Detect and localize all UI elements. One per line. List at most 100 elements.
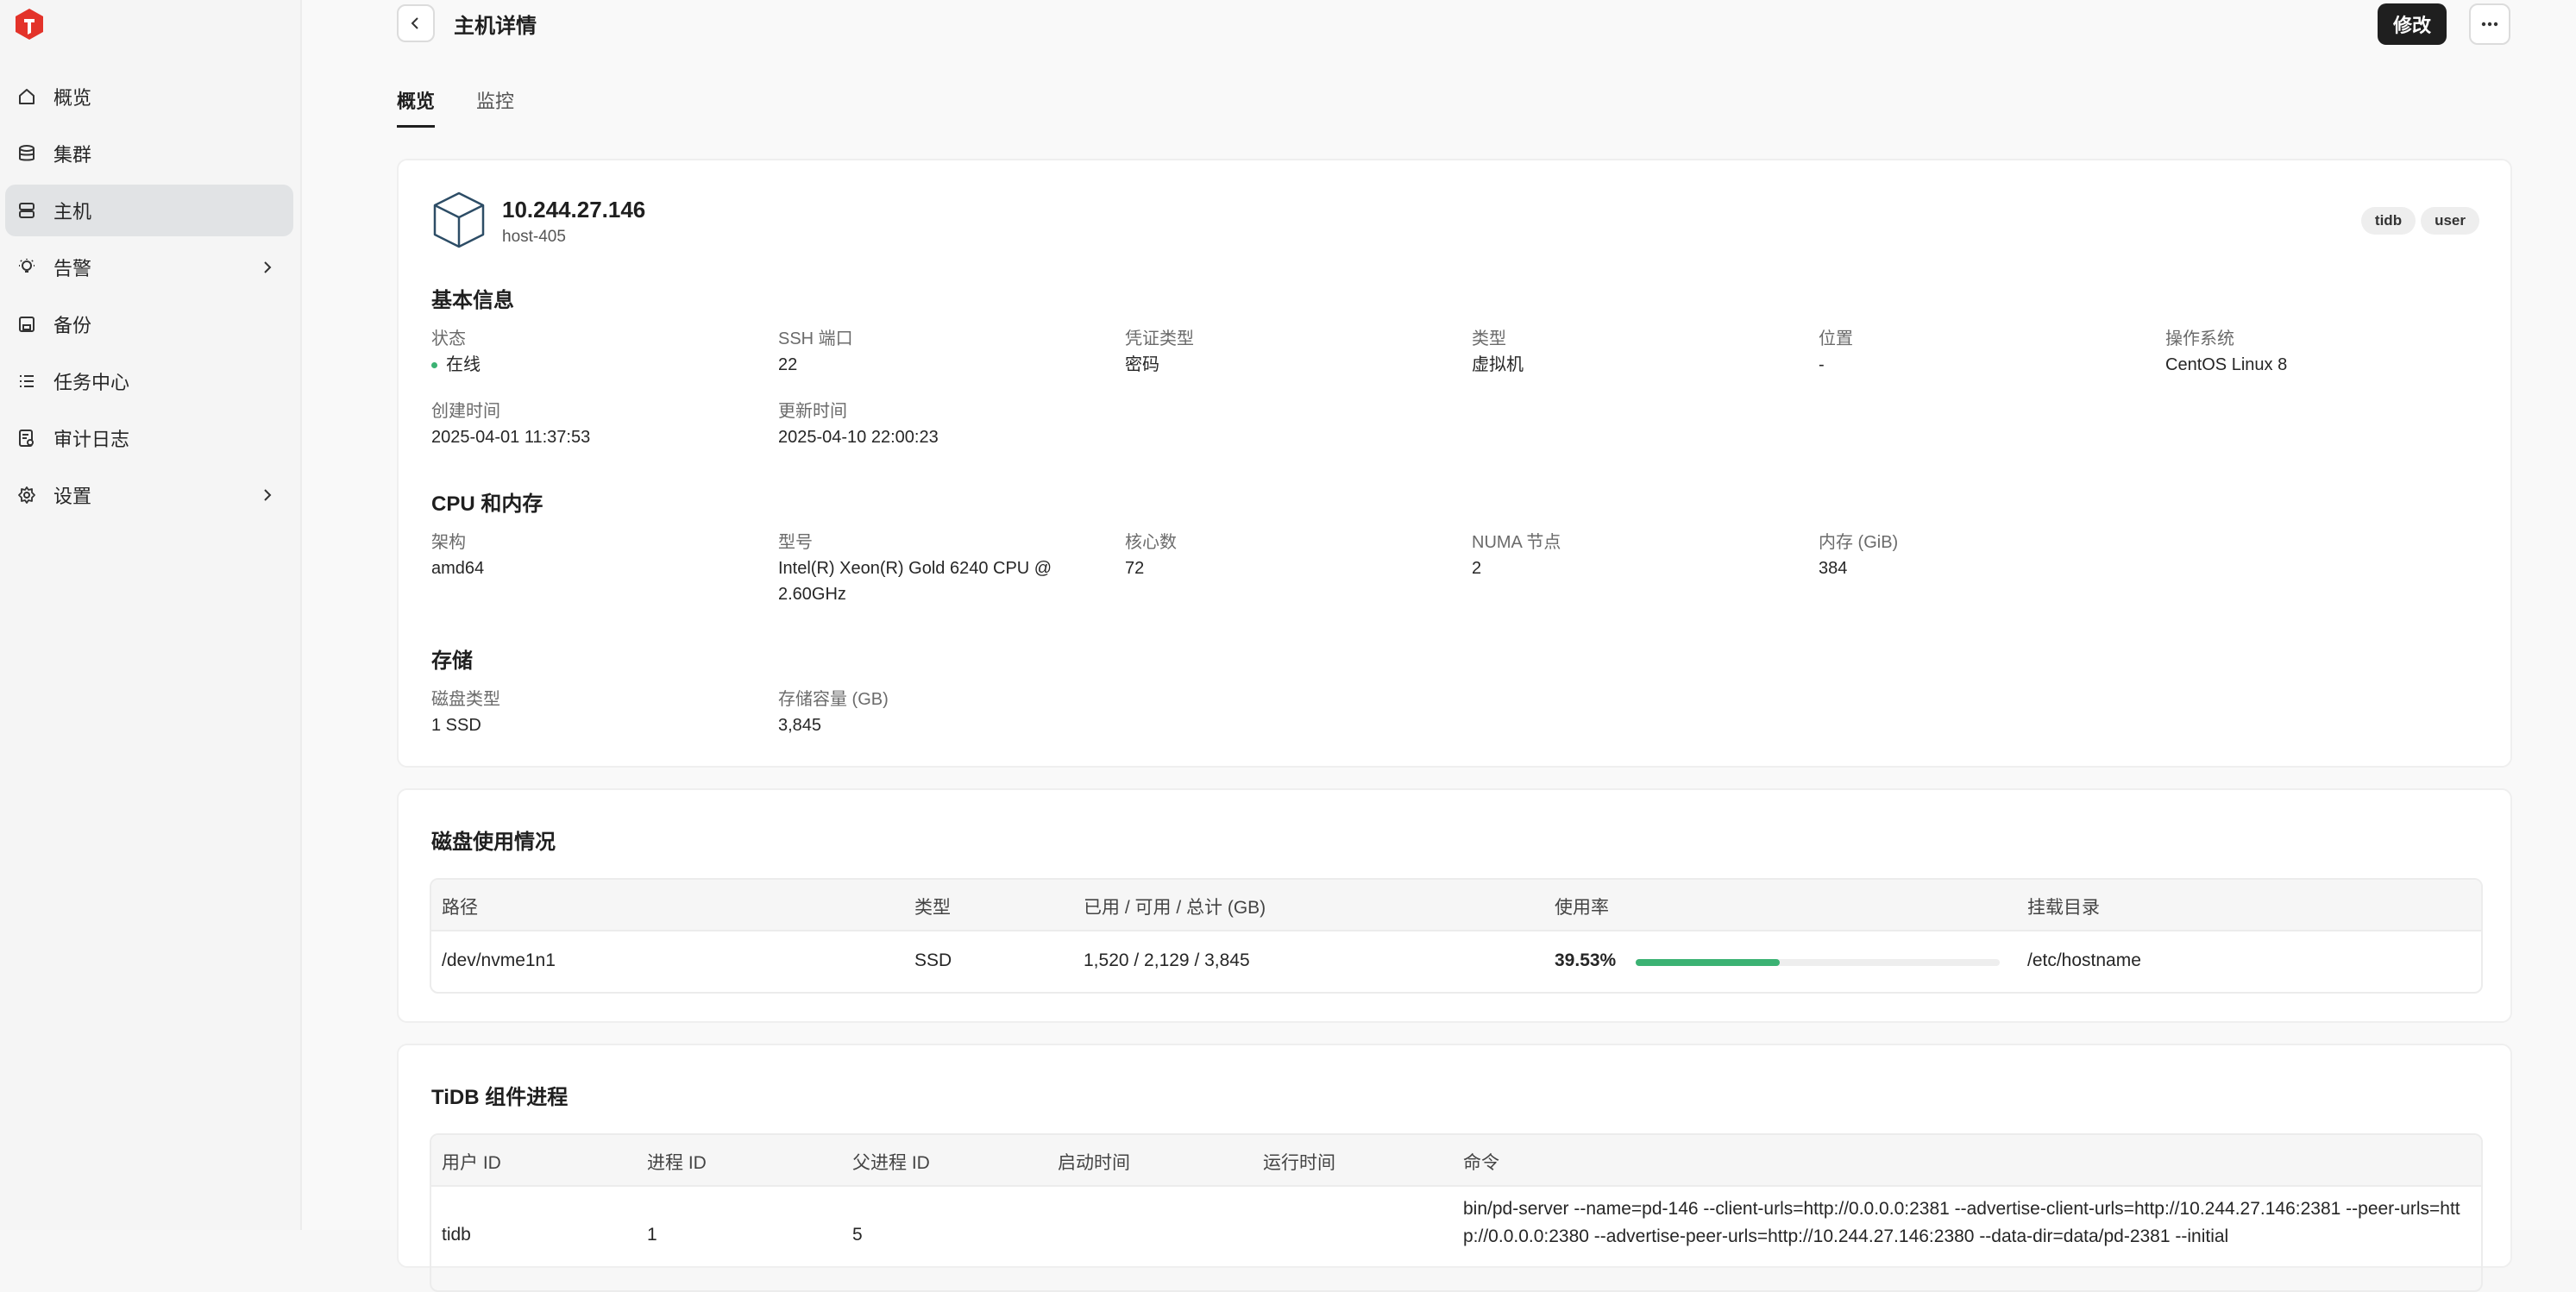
disk-usage-values: 1,520 / 2,129 / 3,845 [1084,950,1250,970]
field-label: 状态 [431,329,466,348]
field-label: 类型 [1472,329,1506,348]
field-label: 位置 [1819,329,1853,348]
field-value: 2025-04-01 11:37:53 [431,428,591,447]
field-os: 操作系统 CentOS Linux 8 [2165,326,2493,378]
table-row: tidb 1 5 bin/pd-server --name=pd-146 --c… [431,1187,2481,1290]
usage-progress-bar [1636,959,2000,966]
usage-progress-fill [1636,959,1780,966]
edit-button[interactable]: 修改 [2378,3,2447,45]
field-value: 2 [1472,559,1482,578]
field-label: 磁盘类型 [431,690,500,709]
field-value: 384 [1819,559,1848,578]
back-button[interactable] [397,4,435,42]
host-ip: 10.244.27.146 [502,197,646,223]
disk-usage-title: 磁盘使用情况 [431,831,556,854]
disk-usage-table: 路径 类型 已用 / 可用 / 总计 (GB) 使用率 挂载目录 /dev/nv… [430,878,2483,994]
field-label: 型号 [778,533,813,552]
chevron-left-icon [411,17,418,29]
field-memory: 内存 (GiB) 384 [1819,530,2146,581]
sidebar-item-overview[interactable]: 概览 [5,71,293,122]
host-tags: tidb user [2356,207,2479,235]
chevron-right-icon [264,261,272,273]
tab-overview[interactable]: 概览 [397,86,436,128]
sidebar-item-label: 集群 [53,144,92,166]
process-user: tidb [442,1225,471,1245]
tab-monitoring[interactable]: 监控 [476,86,514,128]
column-header: 用户 ID [442,1153,501,1173]
sidebar-item-tasks[interactable]: 任务中心 [5,355,293,407]
field-value: CentOS Linux 8 [2165,355,2288,374]
column-header: 运行时间 [1263,1153,1335,1173]
page-title: 主机详情 [454,15,537,38]
sidebar-item-hosts[interactable]: 主机 [5,185,293,236]
column-header: 挂载目录 [2027,898,2100,918]
sidebar-item-label: 主机 [53,201,92,223]
field-ssh-port: SSH 端口 22 [778,326,1106,378]
more-button[interactable] [2469,3,2510,45]
field-value: Intel(R) Xeon(R) Gold 6240 CPU @ 2.60GHz [778,559,1052,604]
database-icon [16,142,38,165]
field-location: 位置 - [1819,326,2146,378]
sidebar-item-label: 审计日志 [53,429,130,450]
bulb-icon [16,256,38,279]
more-icon [2481,22,2498,27]
audit-log-icon [16,427,38,449]
sidebar-item-label: 概览 [53,87,92,109]
field-value: 2025-04-10 22:00:23 [778,428,939,447]
sidebar-nav: 概览 集群 主机 告警 备份 任务中心 审计日志 设置 [5,71,293,526]
process-title: TiDB 组件进程 [431,1086,569,1109]
section-cpu-title: CPU 和内存 [431,492,543,516]
host-name: host-405 [502,228,566,246]
process-command: bin/pd-server --name=pd-146 --client-url… [1463,1199,2460,1246]
gear-icon [16,484,38,506]
column-header: 启动时间 [1058,1153,1130,1173]
field-type: 类型 虚拟机 [1472,326,1800,378]
host-info-card: 10.244.27.146 host-405 tidb user 基本信息 状态… [397,159,2512,768]
table-row: /dev/nvme1n1 SSD 1,520 / 2,129 / 3,845 3… [431,931,2481,992]
field-value: 22 [778,355,798,374]
field-value: 在线 [431,352,759,378]
section-storage-title: 存储 [431,649,473,673]
sidebar-item-audit-log[interactable]: 审计日志 [5,412,293,464]
list-icon [16,370,38,392]
disk-path: /dev/nvme1n1 [442,950,556,970]
field-value: 72 [1125,559,1145,578]
process-ppid: 5 [852,1225,863,1245]
tidb-logo[interactable] [12,7,47,41]
sidebar-item-clusters[interactable]: 集群 [5,128,293,179]
section-basic-title: 基本信息 [431,289,514,312]
field-status: 状态 在线 [431,326,759,378]
cube-icon [433,191,485,248]
field-value: 密码 [1125,355,1159,374]
disk-usage-card: 磁盘使用情况 路径 类型 已用 / 可用 / 总计 (GB) 使用率 挂载目录 … [397,788,2512,1023]
field-label: SSH 端口 [778,329,853,348]
field-credential-type: 凭证类型 密码 [1125,326,1453,378]
field-numa: NUMA 节点 2 [1472,530,1800,581]
field-label: NUMA 节点 [1472,533,1561,552]
status-dot-icon [431,362,437,369]
process-pid: 1 [647,1225,657,1245]
tab-bar: 概览 监控 [397,86,556,128]
field-model: 型号 Intel(R) Xeon(R) Gold 6240 CPU @ 2.60… [778,530,1089,607]
save-icon [16,313,38,336]
chevron-right-icon [264,489,272,501]
column-header: 已用 / 可用 / 总计 (GB) [1084,898,1266,918]
field-disk-type: 磁盘类型 1 SSD [431,687,759,738]
sidebar-item-label: 备份 [53,315,92,336]
field-created-time: 创建时间 2025-04-01 11:37:53 [431,398,759,450]
sidebar: 概览 集群 主机 告警 备份 任务中心 审计日志 设置 [0,0,302,1230]
field-label: 创建时间 [431,402,500,421]
tag-badge: user [2421,207,2479,235]
field-cores: 核心数 72 [1125,530,1453,581]
field-label: 架构 [431,533,466,552]
disk-type: SSD [914,950,952,970]
column-header: 路径 [442,898,478,918]
sidebar-item-alerts[interactable]: 告警 [5,241,293,293]
field-label: 凭证类型 [1125,329,1194,348]
sidebar-item-settings[interactable]: 设置 [5,469,293,521]
column-header: 命令 [1463,1153,1499,1173]
sidebar-item-backup[interactable]: 备份 [5,298,293,350]
process-card: TiDB 组件进程 用户 ID 进程 ID 父进程 ID 启动时间 运行时间 命… [397,1044,2512,1292]
process-table: 用户 ID 进程 ID 父进程 ID 启动时间 运行时间 命令 tidb 1 5… [430,1133,2483,1292]
field-label: 更新时间 [778,402,847,421]
